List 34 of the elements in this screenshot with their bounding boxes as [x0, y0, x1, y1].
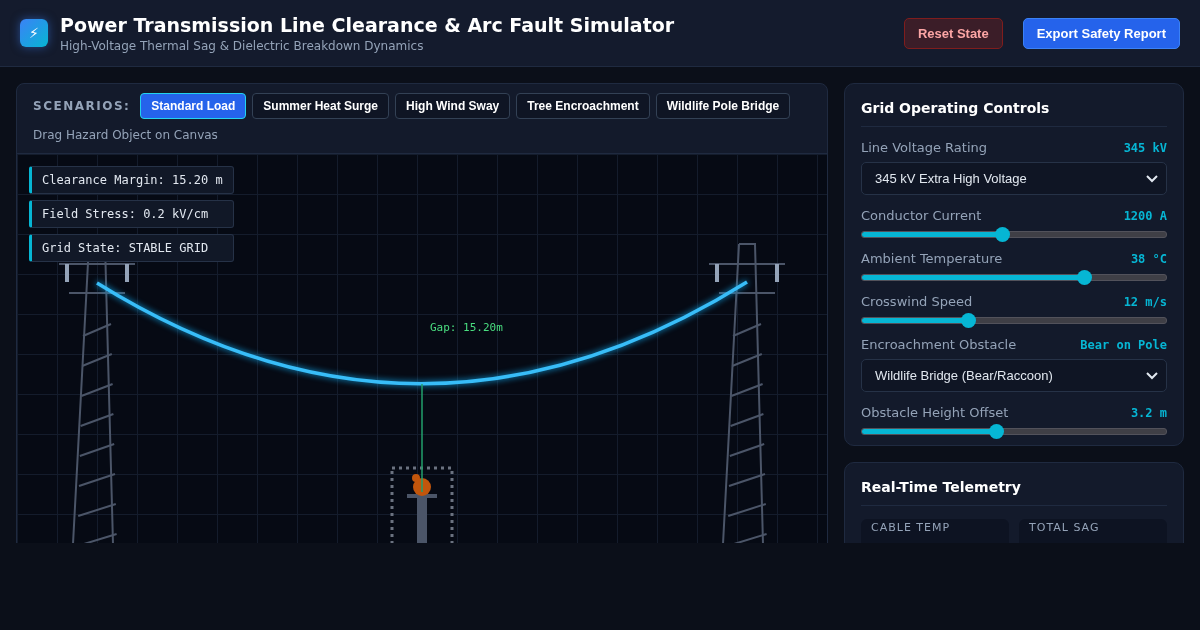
scenario-button[interactable]: Summer Heat Surge [252, 93, 390, 119]
control-label: Encroachment Obstacle [861, 337, 1017, 352]
export-button[interactable]: Export Safety Report [1022, 17, 1180, 49]
app-subtitle: High-Voltage Thermal Sag & Dielectric Breakdown Dynamics [60, 38, 425, 53]
readout-label: Grid State: STABLE GRID [29, 234, 234, 262]
control-reading: 1200 A [1123, 208, 1167, 223]
readout-label: Field Stress: 0.2 kV/cm [29, 200, 234, 228]
scenario-button[interactable]: Standard Load [140, 93, 247, 119]
reset-button[interactable]: Reset State [903, 17, 1003, 49]
drag-hint: Drag Hazard Object on Canvas [33, 128, 219, 142]
select-field[interactable]: Wildlife Bridge (Bear/Raccoon) [861, 359, 1167, 392]
tile-label: CABLE TEMP [871, 521, 951, 534]
control-reading: 38 °C [1130, 251, 1167, 266]
control-label: Line Voltage Rating [861, 140, 988, 155]
control-label: Conductor Current [861, 208, 982, 223]
readout-label: Clearance Margin: 15.20 m [29, 166, 234, 194]
card-title: Grid Operating Controls [861, 100, 1167, 127]
control-label: Obstacle Height Offset [861, 405, 1009, 420]
tile-label: TOTAL SAG [1029, 521, 1100, 534]
control-reading: 12 m/s [1123, 294, 1167, 309]
scenario-button[interactable]: Wildlife Pole Bridge [655, 93, 791, 119]
scenario-button[interactable]: Tree Encroachment [516, 93, 650, 119]
control-reading: Bear on Pole [1080, 337, 1167, 352]
select-field[interactable]: 345 kV Extra High Voltage [861, 162, 1167, 195]
bolt-icon: ⚡ [20, 19, 48, 47]
control-reading: 3.2 m [1130, 405, 1167, 420]
card-title: Real-Time Telemetry [861, 479, 1167, 506]
scenario-button[interactable]: High Wind Sway [395, 93, 511, 119]
app-title: Power Transmission Line Clearance & Arc Fault Simulator [60, 13, 676, 36]
control-label: Crosswind Speed [861, 294, 973, 309]
scenarios-label: SCENARIOS: [33, 99, 131, 113]
control-label: Ambient Temperature [861, 251, 1003, 266]
control-reading: 345 kV [1123, 140, 1167, 155]
gap-label: Gap: 15.20m [430, 321, 503, 334]
